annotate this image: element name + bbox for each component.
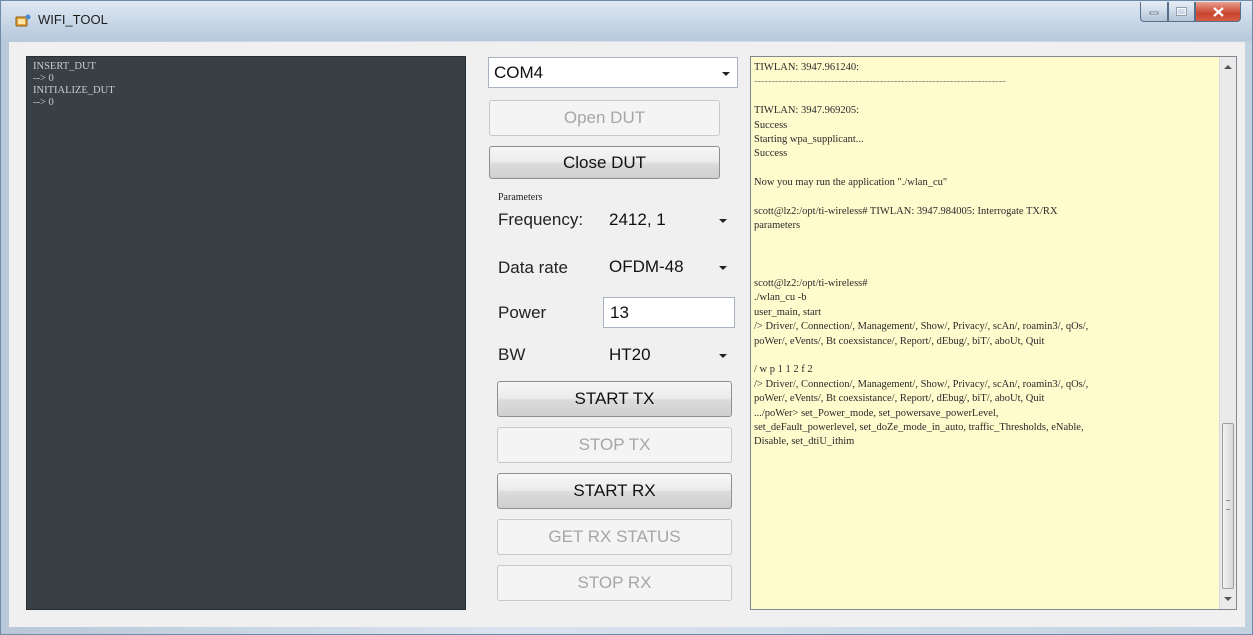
scroll-up-icon[interactable] bbox=[1224, 65, 1232, 69]
console-line: TIWLAN: 3947.961240: bbox=[754, 62, 859, 73]
console-line: parameters bbox=[754, 220, 801, 232]
client-area: INSERT_DUT --> 0 INITIALIZE_DUT --> 0 COM4 … bbox=[9, 42, 1245, 627]
window-title: WIFI_TOOL bbox=[38, 12, 108, 27]
chevron-down-icon bbox=[722, 71, 730, 76]
console-line: Success bbox=[754, 119, 788, 131]
parameters-group-label: Parameters bbox=[498, 192, 543, 203]
console-line: Success bbox=[754, 148, 788, 160]
maximize-button[interactable] bbox=[1168, 2, 1195, 22]
wifi-tool-window: WIFI_TOOL INSERT_DUT --> 0 INITIALIZE_DUT -… bbox=[0, 0, 1253, 635]
grip-icon bbox=[1226, 500, 1230, 510]
start-rx-button[interactable]: START RX bbox=[497, 473, 732, 509]
status-log-line: INSERT_DUT bbox=[33, 61, 96, 72]
data-rate-select[interactable]: OFDM-48 bbox=[603, 251, 735, 283]
console-line: Starting wpa_supplicant... bbox=[754, 134, 864, 146]
console-line: set_deFault_powerlevel, set_doZe_mode_in… bbox=[754, 422, 1084, 434]
status-log-line: INITIALIZE_DUT bbox=[33, 85, 115, 96]
console-line: Now you may run the application "./wlan_… bbox=[754, 177, 948, 189]
scroll-down-icon[interactable] bbox=[1224, 597, 1232, 601]
console-line: /> Driver/, Connection/, Management/, Sh… bbox=[754, 321, 1089, 333]
frequency-value: 2412, 1 bbox=[609, 210, 666, 229]
bw-select[interactable]: HT20 bbox=[603, 339, 735, 371]
close-icon bbox=[1212, 6, 1224, 17]
stop-rx-button[interactable]: STOP RX bbox=[497, 565, 732, 601]
minimize-button[interactable] bbox=[1140, 2, 1168, 22]
power-label: Power bbox=[498, 303, 547, 322]
frequency-select[interactable]: 2412, 1 bbox=[603, 204, 735, 236]
console-line: TIWLAN: 3947.969205: bbox=[754, 105, 859, 117]
power-input[interactable]: 13 bbox=[603, 297, 735, 328]
console-line: poWer/, eVents/, Bt coexsistance/, Repor… bbox=[754, 335, 1045, 347]
console-line: user_main, start bbox=[754, 306, 822, 318]
status-log-line: --> 0 bbox=[33, 97, 54, 108]
chevron-down-icon bbox=[719, 219, 727, 223]
console-line: scott@lz2:/opt/ti-wireless# bbox=[754, 278, 868, 289]
get-rx-status-button[interactable]: GET RX STATUS bbox=[497, 519, 732, 555]
com-port-select[interactable]: COM4 bbox=[488, 57, 738, 88]
title-bar[interactable]: WIFI_TOOL bbox=[1, 1, 1252, 41]
console-line: / w p 1 1 2 f 2 bbox=[754, 364, 813, 376]
scrollbar-thumb[interactable] bbox=[1222, 423, 1234, 589]
bw-label: BW bbox=[498, 345, 526, 364]
console-line: /> Driver/, Connection/, Management/, Sh… bbox=[754, 378, 1089, 390]
wifi-tool-icon bbox=[15, 14, 31, 27]
console-line: .../poWer> set_Power_mode, set_powersave… bbox=[754, 407, 999, 419]
chevron-down-icon bbox=[719, 354, 727, 358]
console-line: poWer/, eVents/, Bt coexsistance/, Repor… bbox=[754, 393, 1045, 405]
bw-value: HT20 bbox=[609, 345, 651, 364]
console-separator: ----------------------------------------… bbox=[754, 76, 1006, 88]
console-text: TIWLAN: 3947.961240: -------------------… bbox=[754, 61, 1214, 450]
open-dut-button[interactable]: Open DUT bbox=[489, 100, 720, 136]
minimize-icon bbox=[1149, 11, 1159, 14]
console-output[interactable]: TIWLAN: 3947.961240: -------------------… bbox=[750, 56, 1237, 610]
data-rate-value: OFDM-48 bbox=[609, 257, 684, 276]
status-log-panel: INSERT_DUT --> 0 INITIALIZE_DUT --> 0 bbox=[26, 56, 466, 610]
stop-tx-button[interactable]: STOP TX bbox=[497, 427, 732, 463]
close-dut-button[interactable]: Close DUT bbox=[489, 146, 720, 179]
frequency-label: Frequency: bbox=[498, 210, 584, 229]
console-scrollbar[interactable] bbox=[1219, 57, 1236, 609]
console-line: Disable, set_dtiU_ithim bbox=[754, 436, 855, 448]
maximize-icon bbox=[1176, 7, 1187, 16]
chevron-down-icon bbox=[719, 266, 727, 270]
data-rate-label: Data rate bbox=[498, 258, 568, 277]
start-tx-button[interactable]: START TX bbox=[497, 381, 732, 417]
status-log-line: --> 0 bbox=[33, 73, 54, 84]
close-button[interactable] bbox=[1195, 2, 1241, 22]
console-line: scott@lz2:/opt/ti-wireless# TIWLAN: 3947… bbox=[754, 206, 1058, 218]
console-line: ./wlan_cu -b bbox=[754, 292, 807, 304]
com-port-value: COM4 bbox=[494, 62, 544, 82]
